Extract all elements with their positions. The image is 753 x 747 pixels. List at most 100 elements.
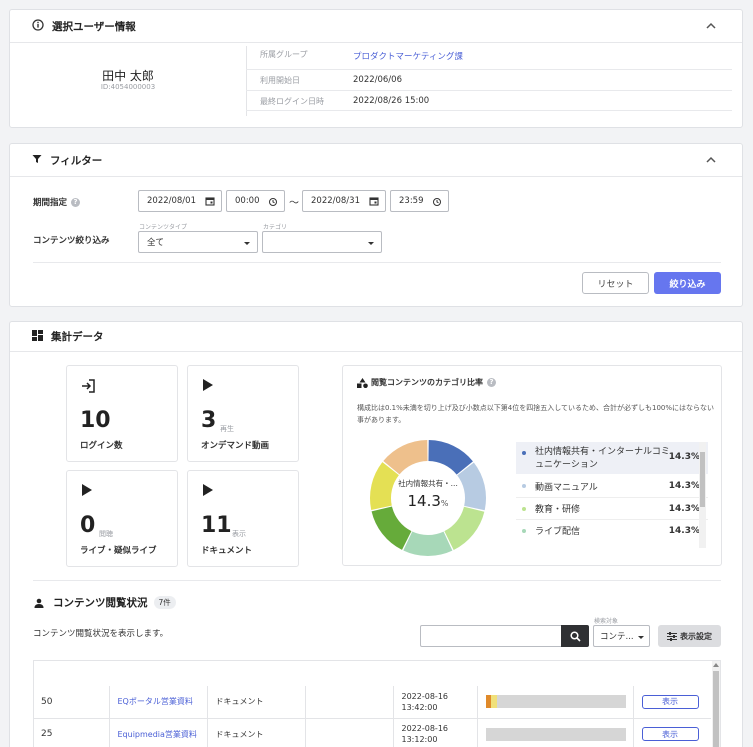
period-label-text: 期間指定 [33, 198, 68, 208]
content-type: ドキュメント [207, 686, 306, 719]
start-time-text: 00:00 [235, 196, 260, 206]
search-target-select[interactable]: コンテ... [593, 625, 650, 647]
stat-login: 10 ログイン数 [66, 365, 178, 462]
display-settings-label: 表示設定 [680, 631, 712, 641]
content-type: ドキュメント [207, 718, 306, 747]
stat-ondemand-name: オンデマンド動画 [201, 441, 270, 451]
filter-icon [32, 154, 42, 167]
content-type-caption: コンテンツタイプ [139, 224, 188, 231]
clock-icon[interactable] [432, 197, 442, 207]
count-badge: 7件 [153, 596, 176, 609]
content-status-description: コンテンツ閲覧状況を表示します。 [33, 629, 169, 639]
legend-label: ライブ配信 [535, 527, 581, 537]
table-row[interactable]: 25 Equipmedia営業資料 ドキュメント 2022-08-16 13:1… [33, 718, 711, 747]
content-type-value: 全て [147, 238, 165, 248]
stat-live-value: 0 [80, 513, 96, 538]
chevron-up-icon[interactable] [706, 21, 716, 31]
reset-button[interactable]: リセット [582, 272, 649, 294]
legend-item[interactable]: ライブ配信 14.3% [516, 519, 708, 541]
section-divider [33, 580, 721, 581]
legend-dot [522, 451, 526, 455]
end-date-text: 2022/08/31 [311, 196, 360, 206]
view-count: 25 [33, 718, 110, 747]
summary-title: 集計データ [51, 331, 104, 343]
stat-login-name: ログイン数 [80, 441, 123, 451]
user-name: 田中 太郎 [102, 69, 154, 83]
dashboard-icon [32, 329, 43, 344]
donut-slice[interactable] [444, 506, 485, 551]
filter-card: フィルター 期間指定 ? 2022/08/01 00:00 〜 2022/08/… [9, 143, 743, 307]
group-label: 所属グループ [260, 50, 308, 59]
start-date-text: 2022/08/01 [147, 196, 196, 206]
category-ratio-note: 構成比は0.1%未満を切り上げ及び小数点以下第4位を四捨五入しているため、合計が… [357, 404, 715, 424]
legend-item[interactable]: 動画マニュアル 14.3% [516, 475, 708, 497]
user-id: ID:4054000003 [100, 83, 156, 91]
calendar-icon[interactable] [369, 196, 379, 206]
stat-document-unit: 表示 [232, 530, 246, 538]
stat-document: 11 表示 ドキュメント [187, 470, 299, 567]
scroll-up-icon[interactable] [713, 663, 719, 667]
row-divider [246, 90, 732, 91]
donut-center-unit: % [440, 499, 449, 508]
donut-center-value: 14.3 [407, 492, 441, 510]
table-row[interactable]: 50 EQポータル営業資料 ドキュメント 2022-08-16 13:42:00… [33, 686, 711, 719]
legend-label: 動画マニュアル [535, 482, 598, 493]
chevron-up-icon[interactable] [706, 155, 716, 165]
table-scrollbar[interactable] [712, 661, 720, 747]
help-icon[interactable]: ? [71, 197, 81, 207]
calendar-icon[interactable] [205, 196, 215, 206]
vertical-divider [246, 46, 247, 116]
view-button[interactable]: 表示 [641, 727, 699, 741]
caret-down-icon [368, 242, 374, 245]
start-date-value: 2022/06/06 [353, 75, 402, 85]
stat-document-value: 11 [201, 513, 232, 538]
content-title-link[interactable]: EQポータル営業資料 [109, 686, 208, 719]
search-button[interactable] [561, 625, 589, 647]
action-cell: 表示 [633, 718, 711, 747]
filter-header[interactable]: フィルター [10, 144, 742, 177]
content-status-title: コンテンツ閲覧状況 [53, 597, 148, 609]
progress-fill [485, 695, 497, 709]
progress-bar [485, 695, 626, 709]
donut-slice[interactable] [403, 531, 453, 556]
apply-filter-button[interactable]: 絞り込み [654, 272, 721, 294]
end-date-input[interactable]: 2022/08/31 [302, 190, 386, 212]
user-info-header[interactable]: 選択ユーザー情報 [10, 10, 742, 43]
legend-label: 社内情報共有・インターナルコミュニケーション [535, 447, 670, 470]
end-time-input[interactable]: 23:59 [390, 190, 449, 212]
user-info-title: 選択ユーザー情報 [52, 20, 136, 33]
legend-item[interactable]: 社内情報共有・インターナルコミュニケーション 14.3% [516, 442, 708, 474]
help-icon[interactable]: ? [487, 378, 496, 387]
content-status-heading: コンテンツ閲覧状況 7件 [34, 595, 176, 610]
category-caption: カテゴリ [263, 224, 288, 231]
legend-scrollbar[interactable] [699, 442, 706, 548]
start-date-input[interactable]: 2022/08/01 [138, 190, 222, 212]
content-search-input[interactable] [420, 625, 562, 647]
category-select[interactable] [262, 231, 382, 253]
summary-header: 集計データ [10, 322, 742, 352]
legend-value: 14.3% [668, 503, 700, 514]
sliders-icon [667, 631, 677, 641]
stat-ondemand: 3 再生 オンデマンド動画 [187, 365, 299, 462]
start-time-input[interactable]: 00:00 [226, 190, 285, 212]
stat-live-unit: 閲聴 [99, 530, 113, 538]
donut-slice[interactable] [371, 506, 412, 550]
scroll-thumb[interactable] [713, 671, 719, 747]
view-button[interactable]: 表示 [641, 694, 699, 709]
view-count: 50 [33, 686, 110, 719]
end-time-text: 23:59 [399, 196, 424, 206]
display-settings-button[interactable]: 表示設定 [658, 625, 721, 647]
clock-icon[interactable] [268, 197, 278, 207]
legend-value: 14.3% [668, 525, 700, 536]
group-link[interactable]: プロダクトマーケティング課 [353, 50, 463, 62]
content-title-link[interactable]: Equipmedia営業資料 [109, 718, 208, 747]
view-datetime: 2022-08-16 13:12:00 [393, 718, 478, 747]
content-type-select[interactable]: 全て [138, 231, 258, 253]
legend-item[interactable]: 教育・研修 14.3% [516, 497, 708, 519]
range-tilde: 〜 [289, 198, 299, 209]
stat-live: 0 閲聴 ライブ・疑似ライブ [66, 470, 178, 567]
login-icon [82, 379, 95, 393]
start-date-label: 利用開始日 [260, 76, 300, 85]
search-icon [569, 630, 581, 642]
scroll-thumb[interactable] [700, 452, 705, 507]
